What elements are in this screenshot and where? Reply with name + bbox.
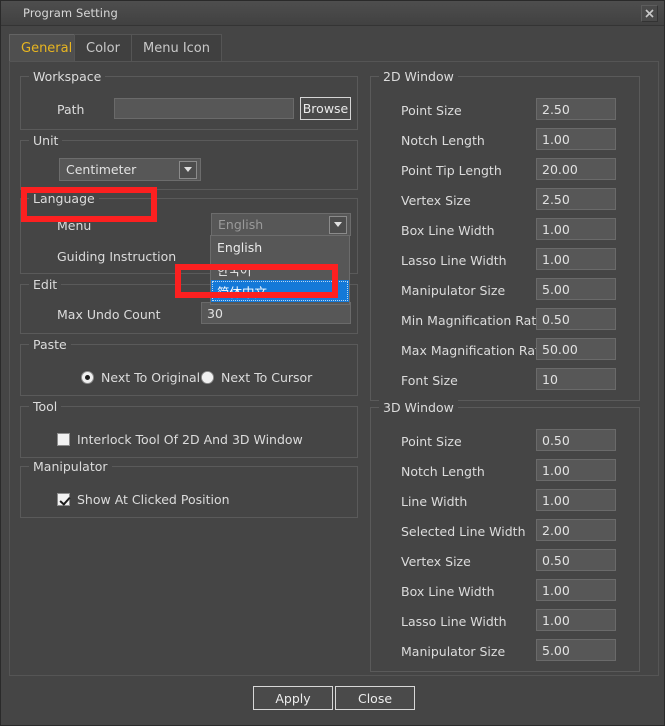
field-label-2d-2: Point Tip Length [401, 163, 502, 178]
field-label-2d-3: Vertex Size [401, 193, 471, 208]
field-input-3d-lasso-line-width[interactable]: 1.00 [536, 609, 616, 631]
window-3d-legend: 3D Window [379, 400, 458, 415]
browse-button[interactable]: Browse [300, 97, 351, 120]
window-2d-group: 2D Window Point Size 2.50 Notch Length 1… [370, 69, 640, 401]
checkbox-indicator [57, 433, 70, 446]
workspace-legend: Workspace [29, 69, 106, 84]
field-label-2d-9: Font Size [401, 373, 458, 388]
field-input-2d-vertex-size[interactable]: 2.50 [536, 188, 616, 210]
field-label-3d-3: Selected Line Width [401, 524, 526, 539]
tab-menu-icon[interactable]: Menu Icon [131, 34, 222, 61]
workspace-group: Workspace Path Browse [20, 69, 358, 130]
field-label-2d-7: Min Magnification Ratio [401, 313, 548, 328]
program-setting-window: Program Setting General Color Menu Icon … [0, 0, 665, 726]
radio-indicator [201, 371, 214, 384]
field-label-2d-6: Manipulator Size [401, 283, 506, 298]
tab-bar: General Color Menu Icon [9, 34, 659, 62]
radio-next-to-original[interactable]: Next To Original [81, 370, 200, 385]
dropdown-option-korean[interactable]: 한국어 [211, 258, 349, 280]
dropdown-option-english[interactable]: English [211, 236, 349, 258]
radio-indicator [81, 371, 94, 384]
menu-language-label: Menu [57, 218, 92, 233]
dropdown-option-simplified-chinese[interactable]: 简体中文 [211, 280, 349, 302]
manipulator-legend: Manipulator [29, 459, 112, 474]
field-input-2d-max-magnification-ratio[interactable]: 50.00 [536, 338, 616, 360]
field-label-2d-1: Notch Length [401, 133, 485, 148]
window-2d-legend: 2D Window [379, 69, 458, 84]
max-undo-count-label: Max Undo Count [57, 307, 161, 322]
radio-next-to-original-label: Next To Original [101, 370, 201, 385]
paste-legend: Paste [29, 337, 71, 352]
close-x-glyph [645, 9, 654, 18]
field-input-3d-selected-line-width[interactable]: 2.00 [536, 519, 616, 541]
field-label-3d-1: Notch Length [401, 464, 485, 479]
unit-combobox[interactable]: Centimeter [59, 158, 201, 181]
field-input-3d-point-size[interactable]: 0.50 [536, 429, 616, 451]
checkbox-indicator [57, 493, 70, 506]
field-label-3d-0: Point Size [401, 434, 462, 449]
field-label-2d-0: Point Size [401, 103, 462, 118]
workspace-path-input[interactable] [114, 98, 294, 119]
checkbox-interlock-tool[interactable]: Interlock Tool Of 2D And 3D Window [57, 432, 303, 447]
field-input-2d-min-magnification-ratio[interactable]: 0.50 [536, 308, 616, 330]
tab-color[interactable]: Color [74, 34, 132, 61]
field-input-3d-manipulator-size[interactable]: 5.00 [536, 639, 616, 661]
field-input-3d-line-width[interactable]: 1.00 [536, 489, 616, 511]
general-tab-panel: Workspace Path Browse Unit Centimeter La… [9, 61, 659, 676]
field-label-2d-5: Lasso Line Width [401, 253, 507, 268]
close-button[interactable]: Close [335, 686, 415, 710]
field-input-3d-vertex-size[interactable]: 0.50 [536, 549, 616, 571]
max-undo-count-input[interactable]: 30 [201, 302, 351, 324]
field-input-2d-notch-length[interactable]: 1.00 [536, 128, 616, 150]
manipulator-group: Manipulator Show At Clicked Position [20, 459, 358, 518]
field-label-3d-4: Vertex Size [401, 554, 471, 569]
window-3d-group: 3D Window Point Size 0.50 Notch Length 1… [370, 400, 640, 672]
field-input-2d-manipulator-size[interactable]: 5.00 [536, 278, 616, 300]
edit-legend: Edit [29, 277, 62, 292]
tab-general[interactable]: General [9, 34, 85, 61]
field-input-2d-point-size[interactable]: 2.50 [536, 98, 616, 120]
window-title: Program Setting [23, 6, 118, 20]
menu-language-combobox[interactable]: English [211, 213, 351, 236]
radio-next-to-cursor-label: Next To Cursor [221, 370, 313, 385]
guiding-instruction-label: Guiding Instruction [57, 249, 177, 264]
field-input-3d-notch-length[interactable]: 1.00 [536, 459, 616, 481]
checkbox-show-at-clicked-position-label: Show At Clicked Position [77, 492, 230, 507]
unit-legend: Unit [29, 133, 63, 148]
field-label-3d-2: Line Width [401, 494, 468, 509]
paste-group: Paste Next To Original Next To Cursor [20, 337, 358, 396]
tool-legend: Tool [29, 399, 62, 414]
apply-button[interactable]: Apply [253, 686, 333, 710]
field-input-3d-box-line-width[interactable]: 1.00 [536, 579, 616, 601]
tool-group: Tool Interlock Tool Of 2D And 3D Window [20, 399, 358, 458]
field-input-2d-box-line-width[interactable]: 1.00 [536, 218, 616, 240]
chevron-down-icon[interactable] [179, 160, 197, 179]
field-input-2d-point-tip-length[interactable]: 20.00 [536, 158, 616, 180]
window-titlebar: Program Setting [1, 1, 664, 26]
unit-group: Unit Centimeter [20, 133, 358, 190]
checkbox-interlock-tool-label: Interlock Tool Of 2D And 3D Window [77, 432, 303, 447]
language-legend: Language [29, 191, 99, 206]
radio-next-to-cursor[interactable]: Next To Cursor [201, 370, 312, 385]
chevron-down-icon[interactable] [329, 215, 347, 234]
close-x-icon[interactable] [641, 5, 658, 22]
menu-language-value: English [218, 217, 264, 232]
checkbox-show-at-clicked-position[interactable]: Show At Clicked Position [57, 492, 230, 507]
field-label-2d-8: Max Magnification Ratio [401, 343, 552, 358]
field-input-2d-lasso-line-width[interactable]: 1.00 [536, 248, 616, 270]
field-label-2d-4: Box Line Width [401, 223, 495, 238]
language-dropdown-list[interactable]: English 한국어 简体中文 [210, 235, 350, 305]
field-label-3d-6: Lasso Line Width [401, 614, 507, 629]
unit-combobox-value: Centimeter [66, 162, 137, 177]
field-label-3d-5: Box Line Width [401, 584, 495, 599]
field-label-3d-7: Manipulator Size [401, 644, 506, 659]
path-label: Path [57, 102, 85, 117]
field-input-2d-font-size[interactable]: 10 [536, 368, 616, 390]
